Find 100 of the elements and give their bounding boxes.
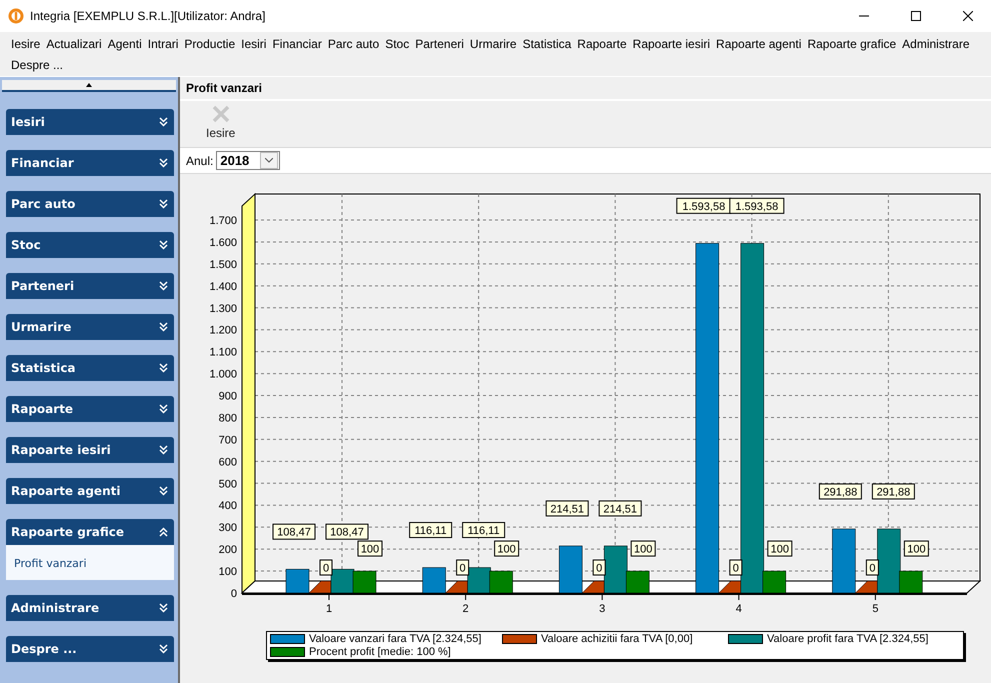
data-label: 291,88 [876, 486, 910, 498]
data-label: 108,47 [326, 524, 368, 540]
menu-item[interactable]: Rapoarte iesiri [630, 34, 714, 55]
window-title: Integria [EXEMPLU S.R.L.][Utilizator: Andra] [30, 9, 266, 23]
data-label: 0 [869, 562, 876, 574]
axis-tick-label: 1.700 [209, 215, 237, 227]
axis-tick-label: 500 [218, 478, 237, 490]
double-chevron-down-icon [159, 603, 168, 613]
data-label: 116,11 [462, 522, 506, 538]
data-label: 100 [497, 544, 516, 556]
double-chevron-down-icon [159, 445, 168, 455]
data-label: 0 [320, 560, 332, 576]
axis-category-label: 2 [462, 603, 469, 615]
double-chevron-down-icon [159, 281, 168, 291]
sidebar-link[interactable]: Profit vanzari [14, 557, 166, 570]
data-label: 0 [456, 560, 470, 576]
close-icon [963, 11, 973, 21]
data-label: 1.593,58 [729, 198, 784, 214]
menu-item[interactable]: Despre ... [8, 55, 66, 76]
sidebar-group-header[interactable]: Rapoarte agenti [6, 478, 174, 504]
data-label: 0 [596, 562, 602, 574]
axis-tick-label: 400 [218, 500, 237, 512]
sidebar-group-header[interactable]: Financiar [6, 150, 174, 176]
close-icon [212, 105, 230, 123]
menu-item[interactable]: Urmarire [466, 34, 520, 55]
year-label: Anul: [186, 154, 214, 168]
menu-item[interactable]: Rapoarte [574, 34, 630, 55]
sidebar-group-header[interactable]: Parteneri [6, 273, 174, 299]
menu-item[interactable]: Actualizari [43, 34, 105, 55]
double-chevron-down-icon [159, 644, 168, 654]
axis-tick-label: 800 [218, 412, 237, 424]
sidebar-group-header[interactable]: Parc auto [6, 191, 174, 217]
data-label: 0 [460, 562, 466, 574]
double-chevron-down-icon [159, 486, 168, 496]
sidebar-group-header[interactable]: Rapoarte grafice [6, 519, 174, 545]
axis-category-label: 4 [736, 603, 742, 615]
axis-category-label: 1 [326, 603, 332, 615]
menu-item[interactable]: Rapoarte agenti [713, 34, 804, 55]
data-label: 291,88 [824, 486, 858, 498]
data-label: 108,47 [330, 526, 364, 539]
double-chevron-down-icon [159, 322, 168, 332]
sidebar-group-header[interactable]: Urmarire [6, 314, 174, 340]
axis-tick-label: 1.200 [209, 324, 237, 337]
data-label: 100 [630, 540, 656, 557]
sidebar-group-header[interactable]: Rapoarte iesiri [6, 437, 174, 463]
data-label: 214,51 [603, 503, 638, 516]
data-label: 0 [866, 560, 879, 576]
axis-category-label: 3 [599, 603, 606, 615]
data-label: 1.593,58 [682, 200, 726, 213]
sidebar-group-header[interactable]: Statistica [6, 355, 174, 381]
menu-item[interactable]: Parc auto [324, 34, 382, 55]
axis-tick-label: 1.100 [209, 346, 237, 359]
axis-category-label: 5 [872, 603, 878, 615]
sidebar-group-header[interactable]: Stoc [6, 232, 174, 258]
menu-item[interactable]: Stoc [382, 34, 412, 55]
menu-item[interactable]: Administrare [899, 34, 973, 55]
caret-down-icon [265, 158, 274, 163]
menu-item[interactable]: Intrari [144, 34, 182, 55]
data-label: 116,11 [414, 525, 447, 538]
maximize-icon [911, 11, 921, 21]
double-chevron-down-icon [159, 404, 168, 414]
menu-item[interactable]: Agenti [104, 34, 145, 55]
caret-up-icon [86, 83, 92, 87]
menu-item[interactable]: Financiar [269, 34, 325, 55]
data-label: 100 [360, 544, 380, 556]
double-chevron-down-icon [159, 199, 168, 209]
axis-tick-label: 300 [218, 522, 237, 534]
data-label: 0 [729, 560, 742, 576]
menu-item[interactable]: Iesire [8, 34, 44, 55]
sidebar-group-header[interactable]: Iesiri [6, 109, 174, 135]
data-label: 100 [904, 540, 929, 557]
sidebar-group-header[interactable]: Rapoarte [6, 396, 174, 422]
app-logo-icon [8, 8, 24, 24]
double-chevron-down-icon [159, 158, 168, 168]
panel-title: Profit vanzari [180, 77, 991, 101]
axis-tick-label: 1.400 [209, 280, 237, 293]
menu-item[interactable]: Iesiri [238, 34, 270, 55]
double-chevron-down-icon [159, 240, 168, 250]
menu-item[interactable]: Rapoarte grafice [804, 34, 900, 55]
legend-label: Valoare profit fara TVA [2.324,55] [767, 633, 928, 645]
data-label: 214,51 [598, 500, 642, 516]
scroll-up-button[interactable] [2, 80, 176, 92]
axis-tick-label: 1.300 [209, 302, 237, 315]
legend-label: Procent profit [medie: 100 %] [309, 646, 451, 658]
menu-item[interactable]: Parteneri [412, 34, 467, 55]
axis-tick-label: 900 [218, 390, 237, 403]
axis-tick-label: 200 [218, 544, 237, 556]
data-label: 1.593,58 [735, 200, 778, 213]
data-label: 108,47 [272, 524, 316, 540]
menu-item[interactable]: Productie [181, 34, 238, 55]
sidebar-group-header[interactable]: Administrare [6, 595, 174, 621]
axis-tick-label: 0 [230, 588, 237, 600]
data-label: 214,51 [550, 503, 584, 516]
menu-item[interactable]: Statistica [520, 34, 574, 55]
year-dropdown[interactable]: 2018 [216, 151, 280, 170]
sidebar-group-header[interactable]: Despre ... [6, 636, 174, 662]
double-chevron-down-icon [159, 117, 168, 127]
axis-tick-label: 1.500 [209, 258, 237, 271]
data-label: 291,88 [818, 483, 862, 500]
data-label: 214,51 [546, 500, 589, 516]
